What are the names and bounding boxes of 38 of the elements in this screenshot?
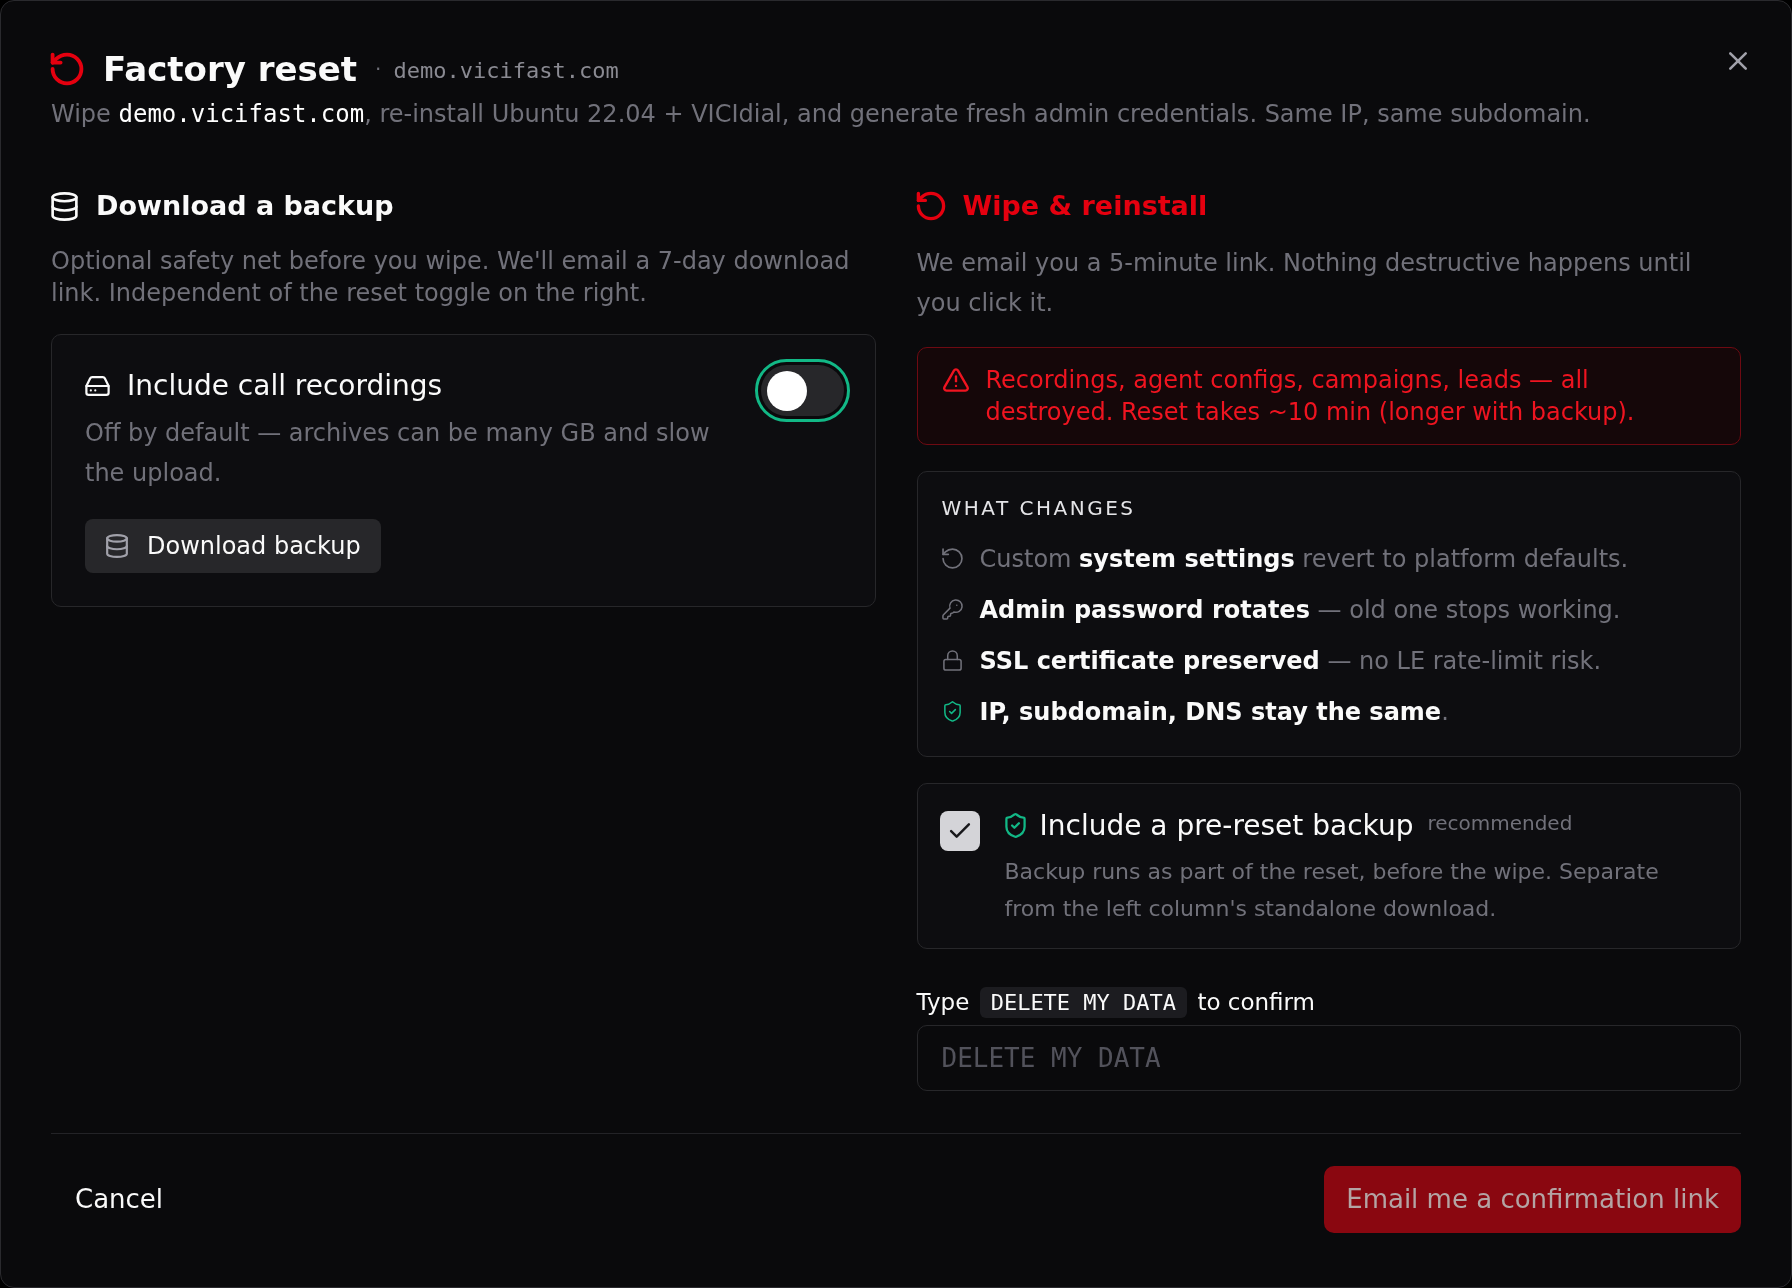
warning-text: Recordings, agent configs, campaigns, leads — all destroyed. Reset takes ~10 min (longer with backup). — [985, 365, 1636, 428]
lock-icon — [941, 650, 963, 671]
change-item-text: Admin password rotates — old one stops working. — [979, 594, 1621, 626]
shield-check-icon — [941, 701, 963, 722]
confirm-label: Type DELETE MY DATA to confirm — [916, 982, 1741, 1022]
change-item-text: IP, subdomain, DNS stay the same. — [979, 696, 1449, 728]
database-icon — [106, 534, 128, 558]
database-icon — [51, 191, 78, 221]
option-title: Include a pre-reset backup — [1039, 807, 1414, 844]
checkmark-icon — [949, 823, 970, 838]
hard-drive-icon — [85, 376, 110, 396]
section-description: Optional safety net before you wipe. We'll email a 7-day download link. Independent of the reset toggle on the right. — [51, 246, 851, 309]
separator-dot: · — [375, 56, 382, 83]
option-title: Include call recordings — [127, 368, 443, 404]
circular-arrow-icon — [916, 192, 945, 220]
close-button[interactable] — [1729, 52, 1747, 70]
dialog-title: Factory reset — [103, 48, 358, 90]
checkbox[interactable] — [939, 810, 980, 851]
close-icon — [1729, 52, 1747, 70]
option-description: Backup runs as part of the reset, before the wipe. Separate from the left column's standalone download. — [1004, 857, 1660, 923]
download-backup-button[interactable]: Download backup — [85, 519, 381, 573]
key-icon — [941, 599, 963, 620]
change-item-text: Custom system settings revert to platform defaults. — [979, 543, 1629, 575]
dialog-subtitle: Wipe demo.vicifast.com, re-install Ubuntu 22.04 + VICIdial, and generate fresh admin credentials. Same IP, same subdomain. — [51, 99, 1591, 129]
warning-icon — [942, 368, 969, 392]
section-heading: Download a backup — [96, 189, 394, 223]
domain-label: demo.vicifast.com — [393, 57, 619, 85]
cancel-button[interactable]: Cancel — [51, 1170, 188, 1228]
option-description: Off by default — archives can be many GB and slow the upload. — [85, 418, 711, 489]
circular-arrow-icon — [941, 548, 963, 569]
section-heading: Wipe & reinstall — [962, 189, 1208, 223]
confirm-input[interactable]: DELETE MY DATA — [916, 1024, 1741, 1091]
shield-check-icon — [1004, 813, 1026, 838]
recommended-note: recommended — [1427, 809, 1573, 837]
circular-arrow-icon — [51, 53, 83, 85]
panel-heading: WHAT CHANGES — [941, 494, 1137, 522]
change-item-text: SSL certificate preserved — no LE rate-limit risk. — [979, 645, 1602, 677]
section-description: We email you a 5-minute link. Nothing destructive happens until you click it. — [916, 248, 1693, 319]
